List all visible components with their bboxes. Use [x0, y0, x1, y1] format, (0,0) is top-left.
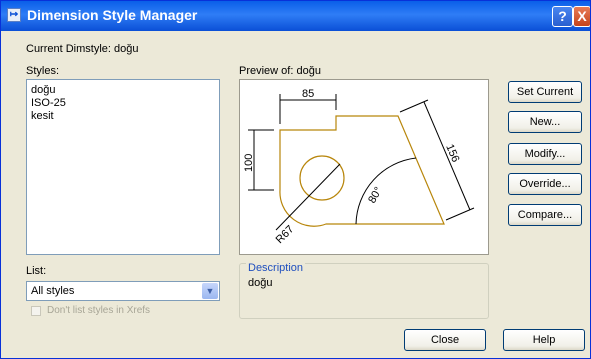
app-icon: ↦: [7, 8, 21, 22]
dimension-lines: [248, 94, 475, 231]
styles-label: Styles:: [26, 65, 60, 77]
part-outline: [279, 115, 445, 227]
help-button[interactable]: Help: [503, 329, 585, 351]
modify-button[interactable]: Modify...: [508, 143, 582, 165]
list-filter-select[interactable]: All styles ▼: [26, 281, 220, 301]
list-item[interactable]: kesit: [27, 110, 219, 123]
help-icon[interactable]: ?: [552, 6, 573, 27]
close-button[interactable]: Close: [404, 329, 486, 351]
description-text: doğu: [248, 277, 273, 289]
preview-drawing: 85 100 156 80° R67: [243, 88, 475, 246]
current-dimstyle-label: Current Dimstyle: doğu: [26, 43, 139, 55]
window-title: Dimension Style Manager: [27, 7, 198, 23]
chevron-down-icon[interactable]: ▼: [202, 283, 218, 299]
styles-list[interactable]: doğu ISO-25 kesit: [26, 79, 220, 255]
description-title: Description: [246, 262, 306, 274]
dont-list-xrefs-label: Don't list styles in Xrefs: [47, 305, 151, 316]
title-bar[interactable]: ↦ Dimension Style Manager ? X: [1, 1, 590, 31]
list-item[interactable]: doğu: [27, 84, 219, 97]
list-filter-value: All styles: [31, 285, 75, 297]
dim-radius-label: R67: [274, 223, 297, 246]
list-label: List:: [26, 265, 47, 277]
dim-left-label: 100: [243, 154, 255, 172]
description-group: Description doğu: [239, 262, 489, 319]
dim-top-label: 85: [302, 88, 314, 100]
preview-panel: 85 100 156 80° R67: [239, 79, 489, 255]
dont-list-xrefs-checkbox[interactable]: [31, 306, 41, 316]
override-button[interactable]: Override...: [508, 173, 582, 195]
compare-button[interactable]: Compare...: [508, 204, 582, 226]
dim-angle-label: 80°: [366, 185, 385, 205]
new-button[interactable]: New...: [508, 111, 582, 133]
preview-label: Preview of: doğu: [239, 65, 321, 77]
list-item[interactable]: ISO-25: [27, 97, 219, 110]
set-current-button[interactable]: Set Current: [508, 81, 582, 103]
dialog-window: ↦ Dimension Style Manager ? X Current Di…: [0, 0, 591, 359]
dim-diag-label: 156: [443, 142, 461, 164]
close-icon[interactable]: X: [573, 6, 590, 27]
